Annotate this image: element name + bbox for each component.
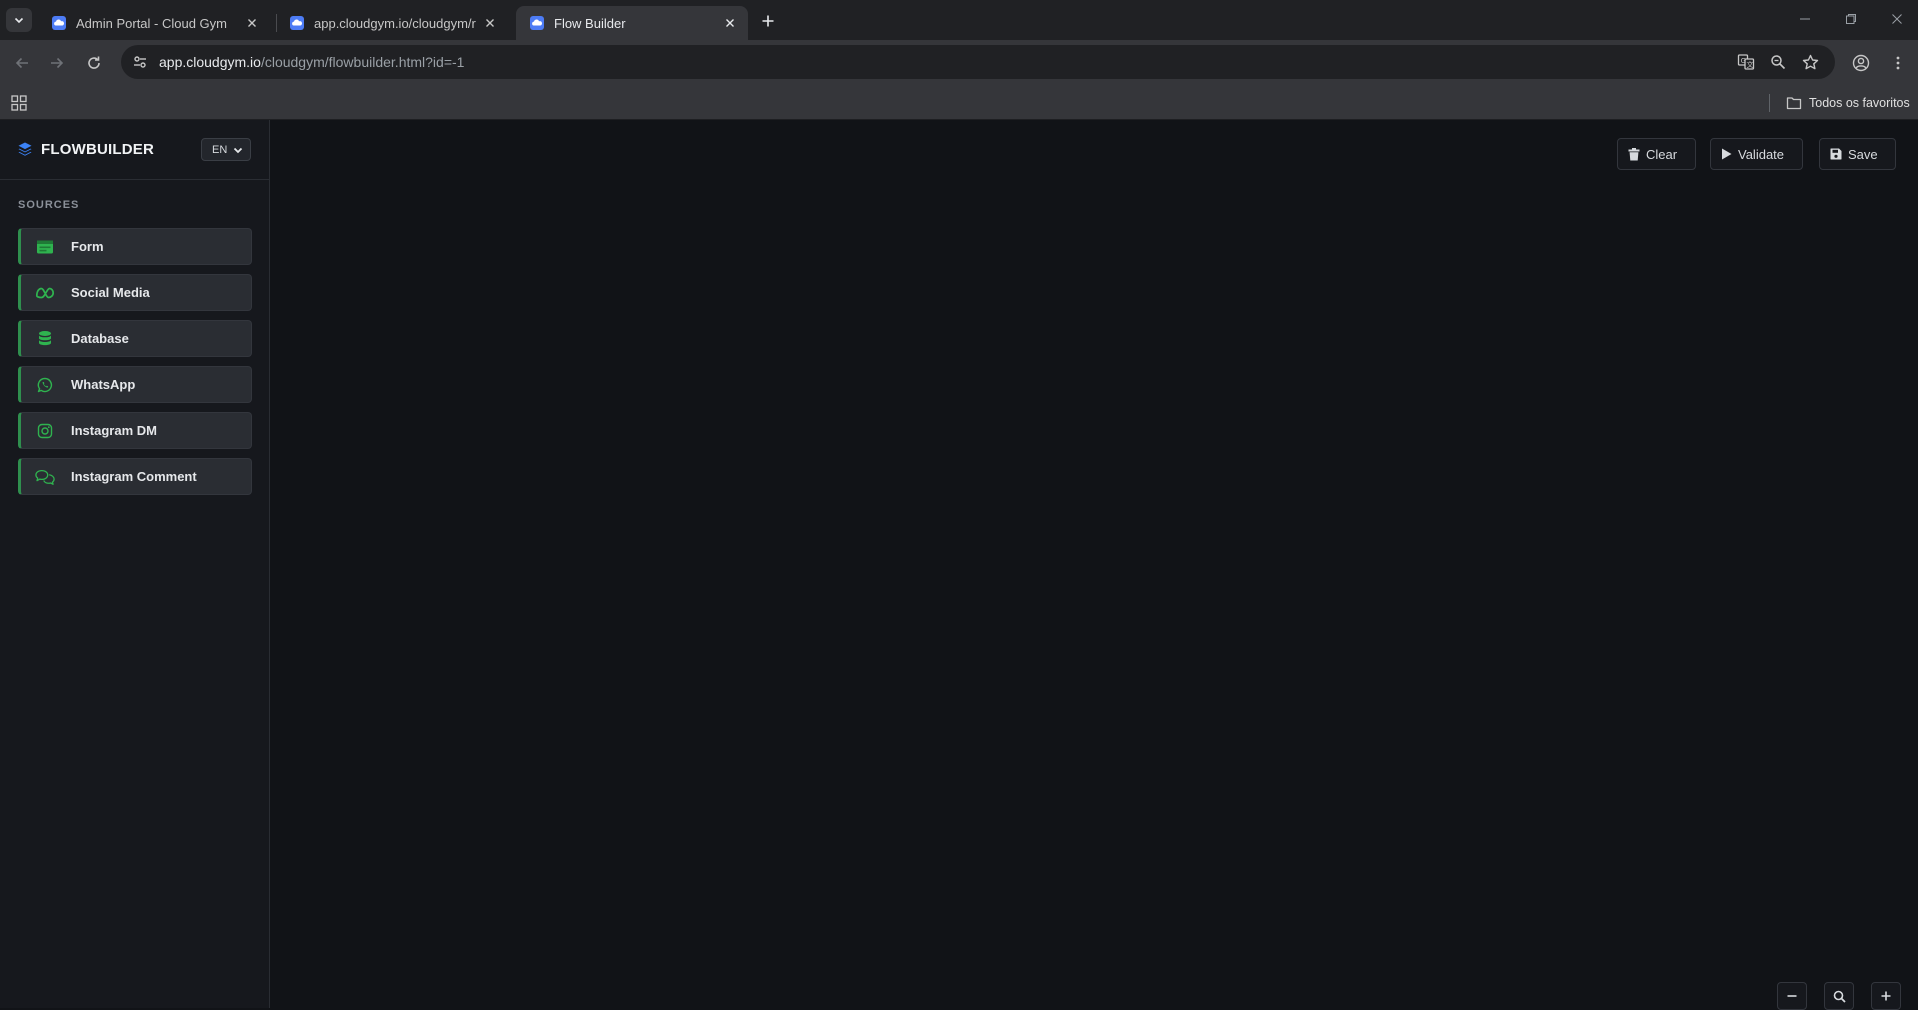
sidebar: FLOWBUILDER EN SOURCES Form Social Media	[0, 120, 270, 1008]
save-button[interactable]: Save	[1819, 138, 1896, 170]
arrow-right-icon	[51, 57, 64, 69]
instagram-icon	[35, 421, 55, 441]
tab-search-button[interactable]	[6, 8, 32, 32]
bookmarks-bar: Todos os favoritos	[0, 86, 1918, 120]
minimize-icon	[1800, 18, 1810, 20]
tab-admin-portal[interactable]: Admin Portal - Cloud Gym	[38, 6, 270, 40]
validate-label: Validate	[1738, 146, 1785, 162]
cloud-favicon-icon	[290, 16, 304, 30]
close-window-button[interactable]	[1886, 8, 1908, 30]
zoom-reset-button[interactable]	[1824, 982, 1854, 1010]
restore-button[interactable]	[1840, 8, 1862, 30]
sources-list: Form Social Media Database WhatsApp Inst…	[18, 228, 252, 504]
browser-toolbar: app.cloudgym.io/cloudgym/flowbuilder.htm…	[0, 40, 1918, 86]
forward-button[interactable]	[45, 51, 69, 75]
address-bar[interactable]: app.cloudgym.io/cloudgym/flowbuilder.htm…	[121, 45, 1835, 79]
form-icon	[35, 237, 55, 257]
tab-flow-builder[interactable]: Flow Builder	[516, 6, 748, 40]
language-value: EN	[212, 143, 228, 156]
brand-header: FLOWBUILDER EN	[0, 120, 269, 180]
zoom-icon[interactable]	[1767, 51, 1789, 73]
brand-name: FLOWBUILDER	[41, 141, 155, 158]
sources-section-title: SOURCES	[18, 199, 80, 211]
source-instagram-dm[interactable]: Instagram DM	[18, 412, 252, 449]
comments-icon	[35, 467, 55, 487]
source-label: WhatsApp	[71, 377, 136, 392]
browser-menu-button[interactable]	[1886, 51, 1910, 75]
language-select[interactable]: EN	[201, 138, 251, 161]
folder-icon	[1786, 97, 1802, 110]
flow-canvas[interactable]: Clear Validate Save	[270, 120, 1918, 1010]
minus-icon	[1787, 995, 1797, 997]
source-instagram-comment[interactable]: Instagram Comment	[18, 458, 252, 495]
layers-logo-icon	[18, 142, 32, 156]
clear-button[interactable]: Clear	[1617, 138, 1696, 170]
new-tab-button[interactable]	[757, 10, 779, 32]
arrow-left-icon	[15, 57, 28, 69]
trash-icon	[1628, 147, 1640, 160]
zoom-out-button[interactable]	[1777, 982, 1807, 1010]
flowbuilder-app: FLOWBUILDER EN SOURCES Form Social Media	[0, 120, 1918, 1010]
cloud-favicon-icon	[52, 16, 66, 30]
save-label: Save	[1848, 146, 1878, 162]
bookmarks-folder-label: Todos os favoritos	[1809, 96, 1910, 110]
meta-icon	[35, 283, 55, 303]
tab-title: Admin Portal - Cloud Gym	[76, 15, 227, 31]
source-form[interactable]: Form	[18, 228, 252, 265]
floppy-disk-icon	[1830, 148, 1842, 160]
source-database[interactable]: Database	[18, 320, 252, 357]
minimize-button[interactable]	[1794, 8, 1816, 30]
profile-icon	[1852, 54, 1870, 72]
tab-close-icon[interactable]	[722, 15, 738, 31]
cloud-favicon-icon	[530, 16, 544, 30]
plus-icon	[762, 15, 774, 27]
close-icon	[1892, 14, 1902, 24]
source-label: Instagram DM	[71, 423, 157, 438]
all-bookmarks-folder[interactable]: Todos os favoritos	[1786, 92, 1910, 114]
tab-close-icon[interactable]	[244, 15, 260, 31]
zoom-in-button[interactable]	[1871, 982, 1901, 1010]
profile-button[interactable]	[1849, 51, 1873, 75]
tab-title: Flow Builder	[554, 15, 626, 31]
site-info-icon[interactable]	[129, 51, 151, 73]
whatsapp-icon	[35, 375, 55, 395]
source-label: Form	[71, 239, 104, 254]
kebab-menu-icon	[1896, 56, 1900, 70]
bookmark-star-icon[interactable]	[1799, 51, 1821, 73]
validate-button[interactable]: Validate	[1710, 138, 1803, 170]
translate-icon[interactable]: G文	[1735, 51, 1757, 73]
source-social-media[interactable]: Social Media	[18, 274, 252, 311]
reload-button[interactable]	[82, 51, 106, 75]
plus-icon	[1881, 991, 1891, 1001]
url-host: app.cloudgym.io	[159, 54, 261, 70]
source-label: Database	[71, 331, 129, 346]
url-text: app.cloudgym.io/cloudgym/flowbuilder.htm…	[159, 54, 464, 70]
clear-label: Clear	[1646, 146, 1678, 162]
url-path: /cloudgym/flowbuilder.html?id=-1	[260, 54, 465, 70]
bookmarks-separator	[1769, 94, 1770, 112]
back-button[interactable]	[10, 51, 34, 75]
tab-title: app.cloudgym.io/cloudgym/rep	[314, 15, 476, 31]
tab-cloudgym-rep[interactable]: app.cloudgym.io/cloudgym/rep	[276, 6, 508, 40]
play-icon	[1722, 148, 1732, 160]
database-icon	[35, 329, 55, 349]
source-whatsapp[interactable]: WhatsApp	[18, 366, 252, 403]
search-icon	[1833, 990, 1846, 1003]
tab-close-icon[interactable]	[482, 15, 498, 31]
restore-icon	[1846, 14, 1856, 24]
source-label: Instagram Comment	[71, 469, 197, 484]
chevron-down-icon	[233, 147, 243, 154]
browser-tab-strip: Admin Portal - Cloud Gym app.cloudgym.io…	[0, 0, 1918, 40]
apps-grid-icon[interactable]	[10, 94, 28, 112]
reload-icon	[88, 56, 100, 69]
source-label: Social Media	[71, 285, 150, 300]
svg-text:文: 文	[1747, 60, 1754, 69]
chevron-down-icon	[14, 17, 24, 24]
